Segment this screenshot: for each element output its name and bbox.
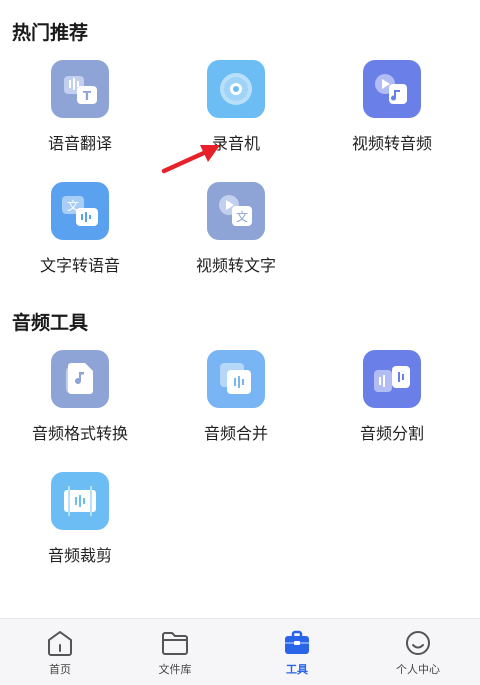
tab-label-files: 文件库 [158, 663, 192, 676]
svg-text:T: T [83, 89, 92, 103]
tool-video-to-audio[interactable]: 视频转音频 [312, 60, 472, 154]
section-title-audio: 音频工具 [12, 312, 89, 334]
tool-label: 视频转音频 [351, 134, 432, 153]
tool-label: 视频转文字 [195, 256, 276, 275]
tool-merge[interactable]: 音频合并 [156, 350, 316, 444]
tab-home[interactable]: 首页 [0, 619, 120, 685]
tool-label: 语音翻译 [47, 134, 112, 153]
tab-label-profile: 个人中心 [396, 663, 440, 676]
audio-split-icon [363, 350, 421, 408]
tool-video-to-text[interactable]: 文 视频转文字 [156, 182, 316, 276]
tool-speech-translate[interactable]: T 语音翻译 [0, 60, 160, 154]
tab-files[interactable]: 文件库 [115, 619, 235, 685]
tool-label: 音频格式转换 [31, 424, 128, 443]
tab-tools[interactable]: 工具 [237, 619, 357, 685]
annotation-arrow-icon [161, 145, 220, 174]
section-title-hot: 热门推荐 [12, 22, 89, 44]
folder-icon [162, 632, 188, 655]
home-icon [48, 631, 72, 656]
svg-text:文: 文 [236, 209, 248, 224]
tool-label: 音频合并 [203, 424, 268, 443]
tab-profile[interactable]: 个人中心 [358, 619, 478, 685]
smiley-icon [406, 631, 430, 655]
tab-label-home: 首页 [49, 663, 71, 676]
tool-text-to-speech[interactable]: 文 文字转语音 [0, 182, 160, 276]
bottom-tab-bar: 首页 文件库 工具 个人中心 [0, 618, 480, 685]
tool-label: 文字转语音 [39, 256, 120, 275]
tool-label: 音频分割 [359, 424, 424, 443]
tool-split[interactable]: 音频分割 [312, 350, 472, 444]
tool-label: 音频裁剪 [47, 546, 112, 565]
audio-trim-icon [51, 472, 109, 530]
audio-merge-icon [207, 350, 265, 408]
music-file-icon [51, 350, 109, 408]
text-to-speech-icon: 文 [51, 182, 109, 240]
disc-icon [207, 60, 265, 118]
video-to-audio-icon [363, 60, 421, 118]
speech-translate-icon: T [51, 60, 109, 118]
toolbox-icon [285, 630, 309, 654]
video-to-text-icon: 文 [207, 182, 265, 240]
tab-label-tools: 工具 [286, 663, 308, 676]
tool-format-convert[interactable]: 音频格式转换 [0, 350, 160, 444]
tool-trim[interactable]: 音频裁剪 [0, 472, 160, 566]
